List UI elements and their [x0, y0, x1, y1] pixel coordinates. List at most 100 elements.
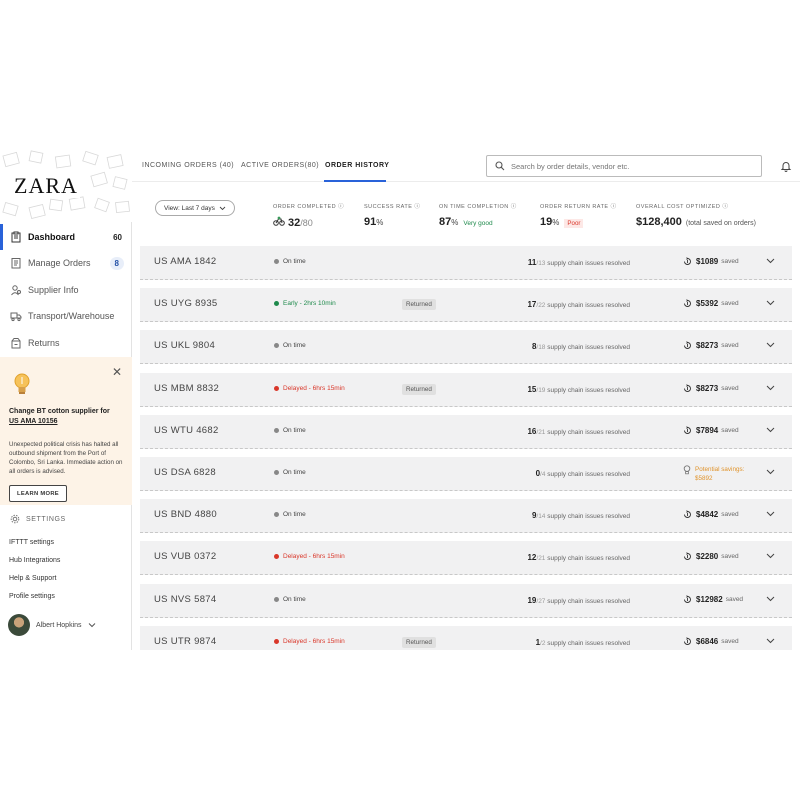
- settings-link-ifttt[interactable]: IFTTT settings: [9, 539, 54, 546]
- table-row[interactable]: US UYG 8935 Early - 2hrs 10min Returned 17/…: [140, 288, 792, 323]
- order-status-text: On time: [283, 595, 306, 603]
- table-row[interactable]: US MBM 8832 Delayed - 6hrs 15min Returned 1…: [140, 372, 792, 407]
- order-status-text: On time: [283, 511, 306, 519]
- table-row[interactable]: US UTR 9874 Delayed - 6hrs 15min Returned 1…: [140, 625, 792, 650]
- issues-total: /21: [536, 555, 546, 563]
- tab-active-orders[interactable]: ACTIVE ORDERS(80): [241, 162, 319, 169]
- sidebar-item-returns[interactable]: Returns: [0, 330, 132, 356]
- chevron-down-icon[interactable]: [766, 469, 775, 475]
- table-row[interactable]: US AMA 1842 On time 11/13 supply chain iss…: [140, 246, 792, 280]
- search-box[interactable]: [486, 155, 762, 177]
- status-badge: Very good: [463, 220, 493, 227]
- stat-label-text: ON TIME COMPLETION: [439, 204, 509, 210]
- order-id[interactable]: US NVS 5874: [154, 594, 216, 605]
- status-dot-icon: [274, 385, 279, 391]
- close-icon[interactable]: ✕: [112, 365, 122, 379]
- stat-label: SUCCESS RATE ⓘ: [364, 204, 421, 210]
- issues-text: supply chain issues resolved: [547, 597, 630, 605]
- table-row[interactable]: US DSA 6828 On time 0/4 supply chain issue…: [140, 457, 792, 491]
- order-id[interactable]: US DSA 6828: [154, 467, 216, 478]
- chevron-down-icon[interactable]: [766, 511, 775, 517]
- issues-resolved: 11/13 supply chain issues resolved: [480, 258, 630, 267]
- view-range-label: View: Last 7 days: [164, 204, 215, 212]
- stat-value: 32/80: [273, 216, 344, 229]
- saved-label: saved: [721, 300, 739, 308]
- alert-title-text: Change BT cotton supplier for: [9, 408, 110, 415]
- order-id[interactable]: US VUB 0372: [154, 551, 216, 562]
- order-id[interactable]: US BND 4880: [154, 509, 217, 520]
- table-row[interactable]: US VUB 0372 Delayed - 6hrs 15min 12/21 sup…: [140, 541, 792, 576]
- savings-icon: [684, 426, 691, 434]
- stat-label-text: OVERALL COST OPTIMIZED: [636, 204, 721, 210]
- savings-icon: [684, 552, 691, 561]
- order-id[interactable]: US UKL 9804: [154, 340, 215, 351]
- returned-badge: Returned: [402, 383, 436, 395]
- order-id[interactable]: US AMA 1842: [154, 256, 216, 267]
- amount-saved: $2280 saved: [683, 552, 739, 561]
- chevron-down-icon: [219, 206, 226, 210]
- potential-savings: Potential savings: $5892: [683, 465, 744, 483]
- settings-link-hub-integrations[interactable]: Hub Integrations: [9, 557, 60, 564]
- alert-order-link[interactable]: US AMA 10156: [9, 418, 58, 425]
- brand-logo[interactable]: ZARA: [12, 174, 80, 198]
- sidebar-item-transport[interactable]: Transport/Warehouse: [0, 303, 132, 329]
- dashboard-count: 60: [113, 232, 122, 242]
- issues-resolved: 17/22 supply chain issues resolved: [480, 300, 630, 309]
- order-id[interactable]: US MBM 8832: [154, 383, 219, 394]
- view-range-dropdown[interactable]: View: Last 7 days: [155, 200, 235, 216]
- bell-icon[interactable]: [780, 160, 792, 172]
- returns-icon: [11, 338, 21, 349]
- on-time-value: 87: [439, 216, 452, 228]
- stat-order-completed: ORDER COMPLETED ⓘ 32/80: [273, 202, 344, 229]
- chevron-down-icon[interactable]: [88, 622, 96, 628]
- table-row[interactable]: US BND 4880 On time 9/14 supply chain issu…: [140, 499, 792, 534]
- chevron-down-icon[interactable]: [766, 300, 775, 306]
- settings-heading-text: SETTINGS: [26, 515, 66, 523]
- table-row[interactable]: US UKL 9804 On time 8/18 supply chain issu…: [140, 330, 792, 365]
- percent-unit: %: [552, 218, 560, 227]
- chevron-down-icon[interactable]: [766, 342, 775, 348]
- chevron-down-icon[interactable]: [766, 596, 775, 602]
- saved-amount: $6846: [696, 636, 719, 646]
- stat-label: ON TIME COMPLETION ⓘ: [439, 204, 517, 210]
- chevron-down-icon[interactable]: [766, 638, 775, 644]
- amount-saved: $7894 saved: [683, 426, 739, 435]
- saved-amount: $8273: [696, 341, 719, 351]
- saved-amount: $1089: [696, 257, 719, 266]
- table-row[interactable]: US NVS 5874 On time 19/27 supply chain iss…: [140, 583, 792, 618]
- chevron-down-icon[interactable]: [766, 553, 775, 559]
- order-id[interactable]: US UTR 9874: [154, 636, 216, 647]
- issues-text: supply chain issues resolved: [547, 302, 630, 310]
- sidebar: ZARA Dashboard 60 Manage Orders 8 Suppli…: [0, 150, 132, 650]
- order-id[interactable]: US UYG 8935: [154, 298, 218, 309]
- sidebar-item-label: Dashboard: [28, 232, 76, 242]
- sidebar-item-dashboard[interactable]: Dashboard 60: [0, 224, 132, 250]
- potential-amount: $5892: [695, 475, 713, 482]
- settings-link-help-support[interactable]: Help & Support: [9, 575, 56, 582]
- chevron-down-icon[interactable]: [766, 427, 775, 433]
- stat-success-rate: SUCCESS RATE ⓘ 91%: [364, 202, 420, 228]
- active-tab-indicator: [324, 180, 386, 182]
- avatar[interactable]: [8, 614, 30, 636]
- chevron-down-icon[interactable]: [766, 258, 775, 264]
- tab-incoming-orders[interactable]: INCOMING ORDERS (40): [142, 162, 234, 169]
- user-menu[interactable]: Albert Hopkins: [8, 614, 96, 636]
- table-row[interactable]: US WTU 4682 On time 16/21 supply chain iss…: [140, 414, 792, 449]
- tab-order-history[interactable]: ORDER HISTORY: [325, 162, 389, 169]
- sidebar-item-manage-orders[interactable]: Manage Orders 8: [0, 250, 132, 276]
- learn-more-button[interactable]: LEARN MORE: [9, 485, 67, 502]
- chevron-down-icon[interactable]: [766, 385, 775, 391]
- order-id[interactable]: US WTU 4682: [154, 425, 219, 436]
- returned-badge: Returned: [402, 299, 436, 311]
- search-input[interactable]: [511, 161, 751, 171]
- saved-amount: $5392: [696, 299, 719, 309]
- issues-total: /2: [540, 639, 546, 647]
- sidebar-item-supplier-info[interactable]: Supplier Info: [0, 277, 132, 303]
- settings-link-profile[interactable]: Profile settings: [9, 593, 55, 600]
- order-status-text: Delayed - 6hrs 15min: [283, 384, 345, 392]
- issues-text: supply chain issues resolved: [547, 344, 630, 352]
- amount-saved: $8273 saved: [683, 341, 739, 350]
- sidebar-item-label: Transport/Warehouse: [28, 311, 115, 321]
- status-dot-icon: [274, 343, 279, 349]
- savings-icon: [684, 341, 691, 350]
